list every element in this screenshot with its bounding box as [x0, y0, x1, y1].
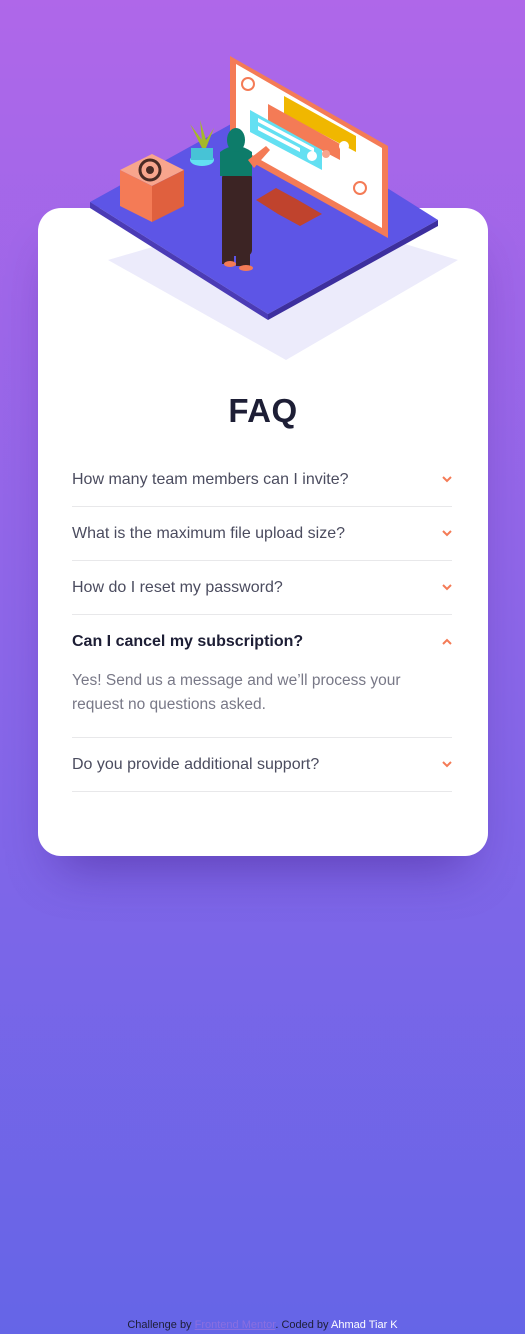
faq-question: How many team members can I invite?	[72, 470, 349, 488]
faq-answer: Yes! Send us a message and we’ll process…	[72, 672, 401, 713]
faq-item-open: Can I cancel my subscription? Yes! Send …	[72, 615, 452, 738]
chevron-down-icon	[442, 584, 452, 591]
chevron-down-icon	[442, 530, 452, 537]
page-title: FAQ	[228, 392, 298, 429]
faq-item: Do you provide additional support?	[72, 738, 452, 792]
faq-question: How do I reset my password?	[72, 578, 283, 596]
faq-question: Do you provide additional support?	[72, 755, 320, 773]
faq-question-toggle[interactable]: What is the maximum file upload size?	[72, 507, 452, 560]
author-name: Ahmad Tiar K	[331, 1319, 398, 1331]
chevron-down-icon	[442, 476, 452, 483]
chevron-down-icon	[442, 761, 452, 768]
attribution-middle: . Coded by	[275, 1319, 329, 1331]
attribution-prefix: Challenge by	[127, 1319, 192, 1331]
woman-online-illustration	[90, 56, 458, 360]
faq-question: What is the maximum file upload size?	[72, 524, 345, 542]
faq-question: Can I cancel my subscription?	[72, 632, 304, 650]
chevron-up-icon	[442, 638, 452, 645]
faq-accordion: How many team members can I invite? What…	[72, 453, 452, 792]
attribution-footer: Challenge by Frontend Mentor. Coded by A…	[0, 1319, 525, 1331]
frontend-mentor-link[interactable]: Frontend Mentor	[195, 1319, 276, 1331]
faq-question-toggle[interactable]: Do you provide additional support?	[72, 738, 452, 791]
faq-question-toggle[interactable]: How do I reset my password?	[72, 561, 452, 614]
faq-question-toggle[interactable]: How many team members can I invite?	[72, 453, 452, 506]
faq-item: What is the maximum file upload size?	[72, 507, 452, 561]
faq-question-toggle[interactable]: Can I cancel my subscription?	[72, 615, 452, 668]
faq-item: How many team members can I invite?	[72, 453, 452, 507]
faq-item: How do I reset my password?	[72, 561, 452, 615]
